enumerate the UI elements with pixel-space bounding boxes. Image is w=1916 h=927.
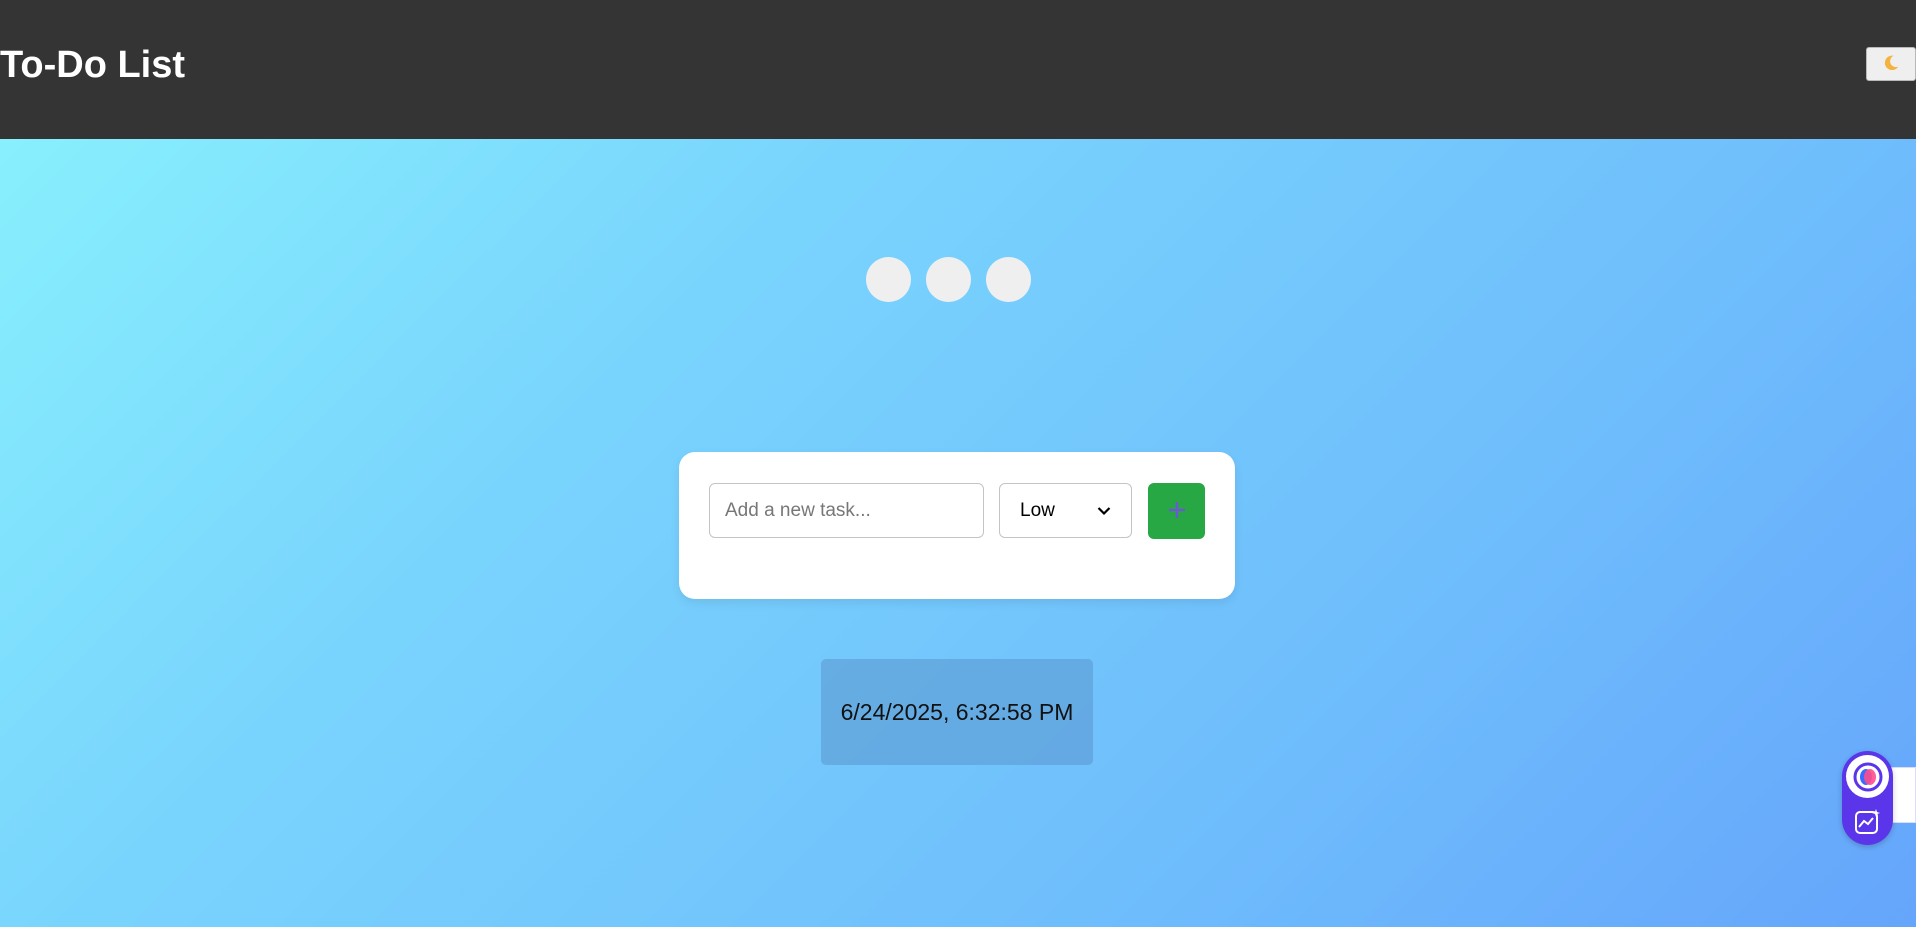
crescent-moon-icon: [1882, 54, 1900, 75]
theme-toggle-button[interactable]: [1866, 47, 1916, 81]
loading-dot: [986, 257, 1031, 302]
add-task-button[interactable]: [1148, 483, 1205, 539]
priority-select[interactable]: Low: [999, 483, 1132, 538]
new-task-input[interactable]: [709, 483, 984, 538]
current-datetime: 6/24/2025, 6:32:58 PM: [821, 659, 1093, 765]
sparkle-chart-icon[interactable]: [1854, 808, 1881, 835]
assistant-logo-icon[interactable]: [1846, 755, 1889, 798]
loading-dot: [866, 257, 911, 302]
task-form-card: Low: [679, 452, 1235, 599]
loading-dot: [926, 257, 971, 302]
datetime-text: 6/24/2025, 6:32:58 PM: [840, 698, 1074, 725]
assistant-widget: [1842, 751, 1893, 845]
chevron-down-icon: [1097, 500, 1111, 522]
page-title: To-Do List: [0, 44, 186, 86]
app-header: To-Do List: [0, 0, 1916, 139]
priority-select-value: Low: [1020, 499, 1055, 521]
loading-dots: [866, 257, 1031, 302]
plus-icon: [1167, 500, 1187, 523]
